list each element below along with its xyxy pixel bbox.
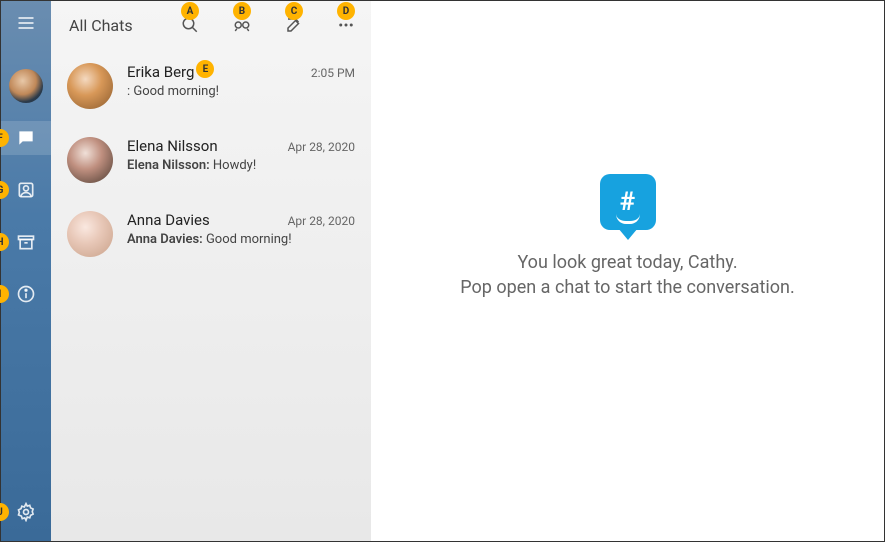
filter-icon[interactable]: B: [231, 14, 253, 36]
chat-row[interactable]: Elena Nilsson Apr 28, 2020 Elena Nilsson…: [51, 123, 371, 197]
chat-list-title: All Chats: [69, 16, 179, 35]
more-icon[interactable]: D: [335, 14, 357, 36]
avatar: [67, 137, 113, 183]
nav-chats-icon[interactable]: F: [1, 121, 51, 155]
callout-e: E: [196, 60, 214, 78]
search-icon[interactable]: A: [179, 14, 201, 36]
callout-h: H: [0, 233, 9, 251]
avatar: [67, 211, 113, 257]
compose-icon[interactable]: C: [283, 14, 305, 36]
chat-list: Erika BergE 2:05 PM : Good morning! Elen…: [51, 49, 371, 541]
welcome-line-1: You look great today, Cathy.: [517, 252, 737, 273]
main-empty-state: # You look great today, Cathy. Pop open …: [371, 1, 884, 541]
chat-name: Erika BergE: [127, 63, 194, 81]
nav-rail: F G H I J: [1, 1, 51, 541]
callout-c: C: [285, 2, 303, 20]
chat-time: Apr 28, 2020: [288, 140, 355, 154]
chat-list-header: All Chats A B C D: [51, 1, 371, 49]
nav-archive-icon[interactable]: H: [1, 225, 51, 259]
callout-i: I: [0, 285, 9, 303]
chat-list-panel: All Chats A B C D Erik: [51, 1, 371, 541]
callout-g: G: [0, 181, 9, 199]
callout-b: B: [233, 2, 251, 20]
app-logo: #: [600, 174, 656, 230]
chat-preview: Elena Nilsson: Howdy!: [127, 158, 355, 173]
callout-a: A: [181, 2, 199, 20]
chat-preview: Anna Davies: Good morning!: [127, 232, 355, 247]
callout-d: D: [337, 2, 355, 20]
chat-row[interactable]: Erika BergE 2:05 PM : Good morning!: [51, 49, 371, 123]
avatar: [67, 63, 113, 109]
chat-preview: : Good morning!: [127, 84, 355, 99]
nav-contacts-icon[interactable]: G: [1, 173, 51, 207]
chat-name: Anna Davies: [127, 211, 210, 229]
welcome-line-2: Pop open a chat to start the conversatio…: [460, 277, 794, 298]
chat-time: 2:05 PM: [311, 66, 355, 80]
menu-icon[interactable]: [16, 9, 36, 47]
settings-icon[interactable]: J: [1, 495, 51, 529]
nav-info-icon[interactable]: I: [1, 277, 51, 311]
chat-row[interactable]: Anna Davies Apr 28, 2020 Anna Davies: Go…: [51, 197, 371, 271]
chat-time: Apr 28, 2020: [288, 214, 355, 228]
callout-j: J: [0, 503, 9, 521]
chat-name: Elena Nilsson: [127, 137, 218, 155]
user-avatar[interactable]: [9, 69, 43, 103]
callout-f: F: [0, 129, 9, 147]
